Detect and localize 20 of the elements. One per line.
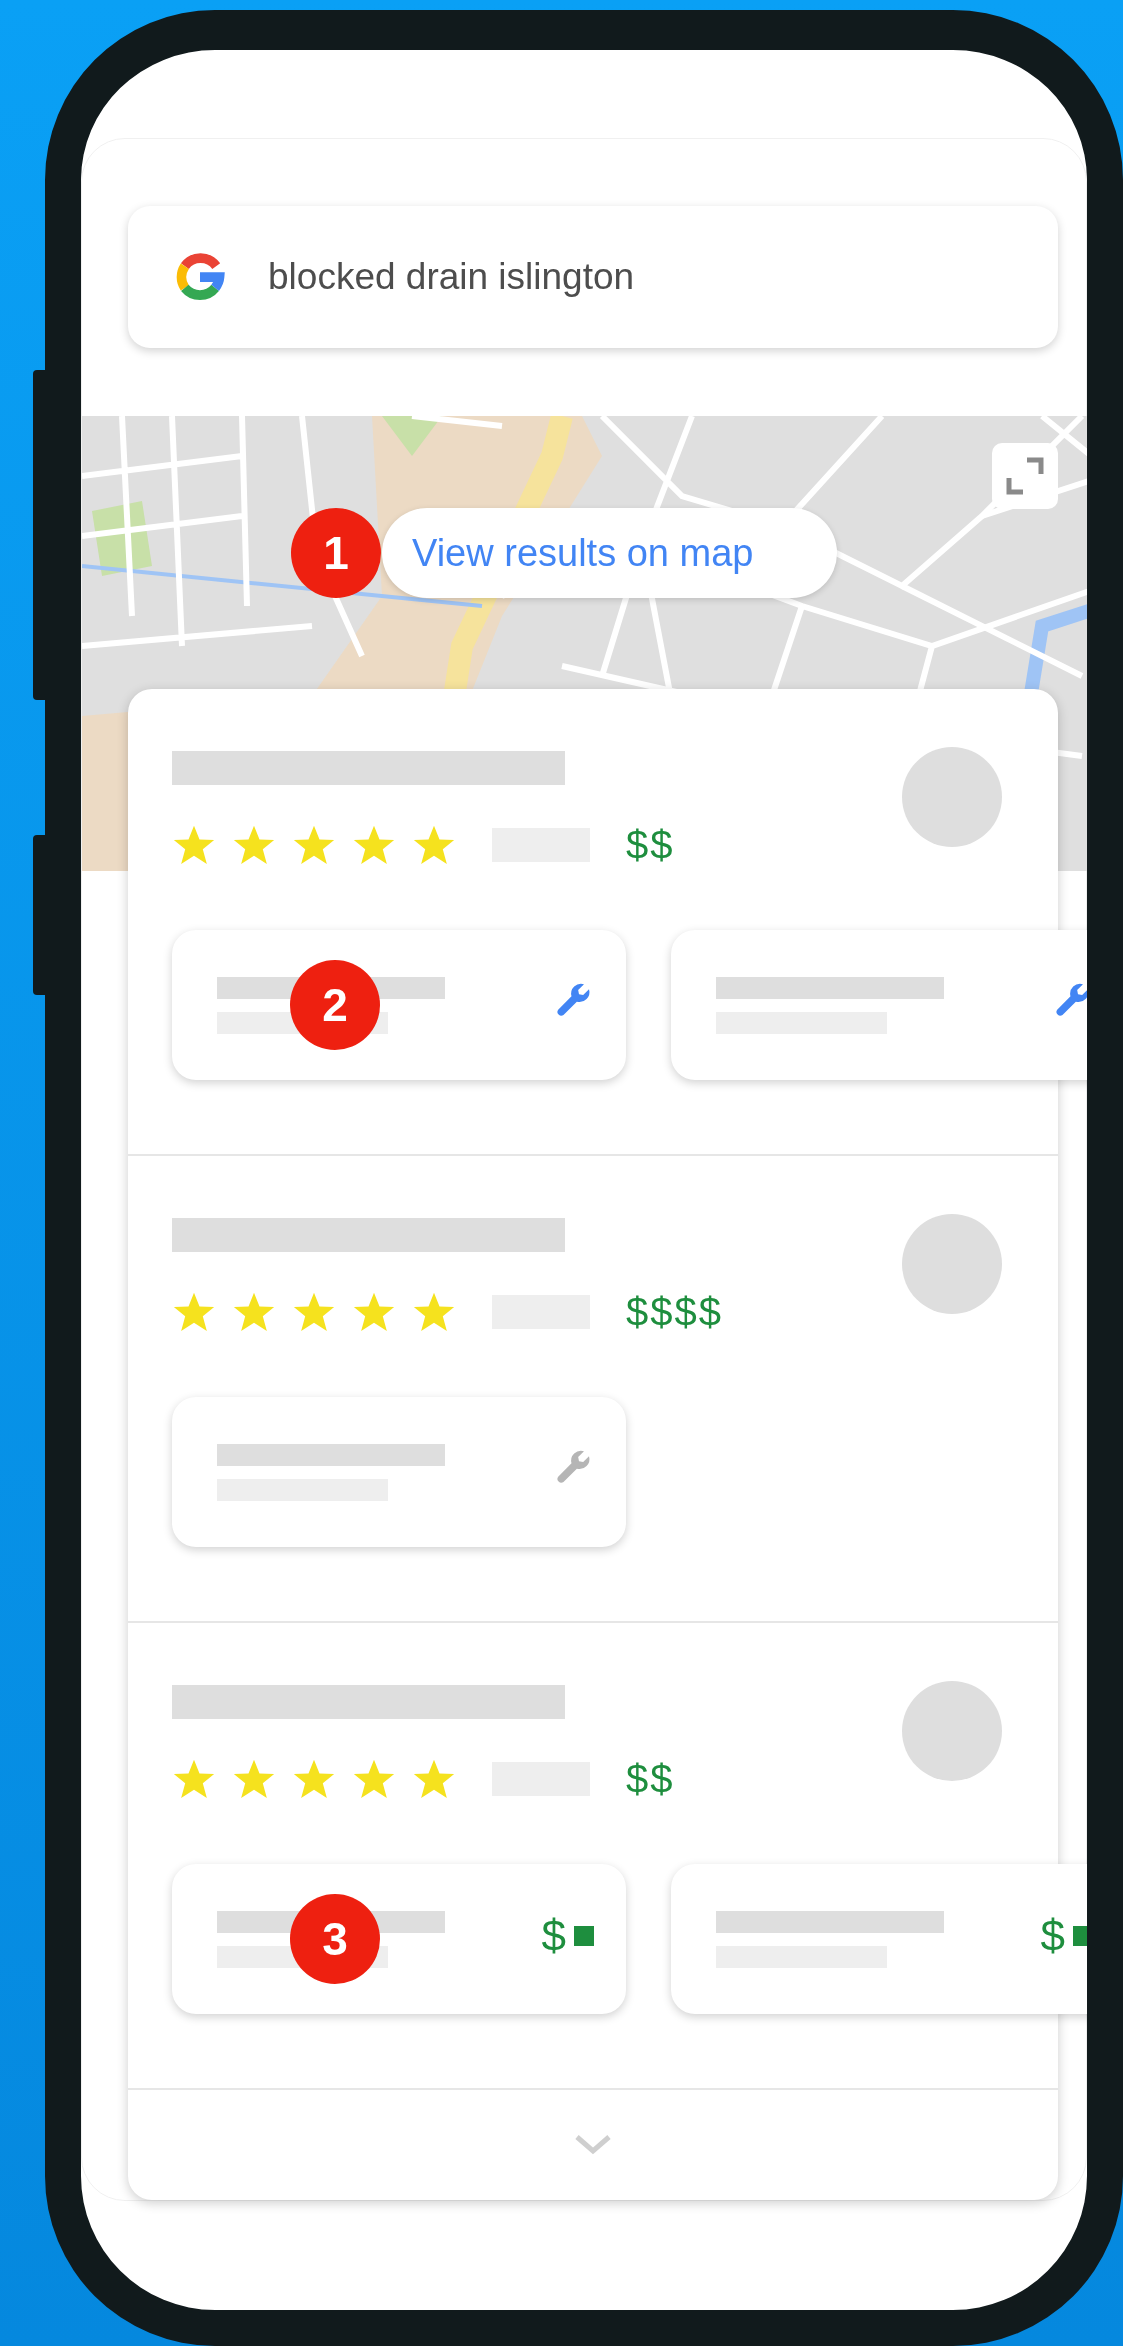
step-number-badge: 2 xyxy=(290,960,380,1050)
view-on-map-button[interactable]: View results on map xyxy=(382,508,837,598)
search-query: blocked drain islington xyxy=(268,255,635,300)
expand-icon xyxy=(1005,456,1045,496)
price-level: $$ xyxy=(626,1756,675,1803)
result-chip[interactable] xyxy=(172,1397,626,1547)
result-chip[interactable]: $ xyxy=(671,1864,1087,2014)
result-chip[interactable] xyxy=(671,930,1087,1080)
price-level: $$$$ xyxy=(626,1289,723,1336)
price-symbol: $ xyxy=(1040,1914,1065,1958)
step-number-badge: 3 xyxy=(290,1894,380,1984)
result-chip[interactable]: $ 3 xyxy=(172,1864,626,2014)
price-symbol: $ xyxy=(541,1914,566,1958)
square-icon xyxy=(574,1926,594,1946)
search-field[interactable]: blocked drain islington xyxy=(128,206,1058,348)
square-icon xyxy=(1073,1926,1087,1946)
price-level: $$ xyxy=(626,822,675,869)
g-logo-icon xyxy=(174,251,226,303)
expand-button[interactable] xyxy=(992,443,1058,509)
result-chip[interactable]: 2 xyxy=(172,930,626,1080)
